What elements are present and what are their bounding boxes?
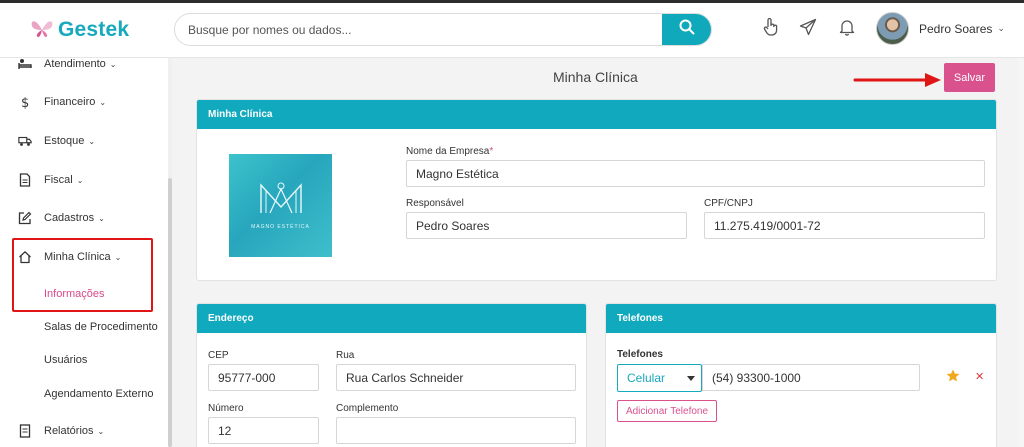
send-button[interactable] <box>797 18 819 40</box>
phones-card-header: Telefones <box>606 304 996 333</box>
sidebar-item-fiscal[interactable]: Fiscal ⌄ <box>0 165 160 195</box>
chevron-down-icon: ⌄ <box>98 213 105 223</box>
sidebar-subitem-salas[interactable]: Salas de Procedimento <box>44 321 158 333</box>
cep-label: CEP <box>208 350 229 361</box>
sidebar-subitem-informacoes[interactable]: Informações <box>44 288 105 300</box>
dollar-icon: $ <box>18 95 32 109</box>
street-label: Rua <box>336 350 355 361</box>
cep-input[interactable] <box>208 364 319 391</box>
clinic-logo-brand: MAGNO ESTÉTICA <box>251 224 310 230</box>
chevron-down-icon: ⌄ <box>88 136 96 146</box>
chevron-down-icon: ⌄ <box>109 59 117 69</box>
truck-icon <box>18 134 32 148</box>
number-input[interactable] <box>208 417 319 444</box>
clinic-logo-image[interactable]: MAGNO ESTÉTICA <box>229 154 332 257</box>
butterfly-logo-icon <box>30 16 54 43</box>
remove-phone-icon[interactable]: ✕ <box>975 370 984 383</box>
search-icon <box>679 19 695 40</box>
page-scrollbar[interactable] <box>1018 58 1024 447</box>
company-name-input[interactable] <box>406 160 985 187</box>
touch-button[interactable] <box>760 17 782 42</box>
phones-label: Telefones <box>617 349 663 360</box>
phone-number-input[interactable] <box>702 364 920 391</box>
required-mark: * <box>489 146 494 157</box>
chevron-down-icon: ⌄ <box>76 175 84 185</box>
sidebar-subitem-usuarios[interactable]: Usuários <box>44 354 87 366</box>
chevron-down-icon: ⌄ <box>997 23 1005 33</box>
star-icon[interactable] <box>946 369 960 387</box>
notifications-button[interactable] <box>836 18 858 40</box>
street-input[interactable] <box>336 364 576 391</box>
search-input[interactable] <box>175 14 663 45</box>
responsible-input[interactable] <box>406 212 687 239</box>
cnpj-label: CPF/CNPJ <box>704 198 753 209</box>
sidebar-item-label: Fiscal <box>44 174 73 186</box>
complement-label: Complemento <box>336 403 399 414</box>
number-label: Número <box>208 403 244 414</box>
chevron-down-icon: ⌄ <box>114 252 122 262</box>
chevron-down-icon: ⌄ <box>99 97 107 107</box>
search-bar <box>174 13 712 46</box>
edit-icon <box>18 211 32 225</box>
address-card-header: Endereço <box>197 304 586 333</box>
caret-down-icon <box>687 376 695 381</box>
add-phone-button[interactable]: Adicionar Telefone <box>617 400 717 422</box>
sidebar-item-minha-clinica[interactable]: Minha Clínica ⌄ <box>0 242 160 272</box>
chevron-down-icon: ⌄ <box>97 426 105 436</box>
sidebar-item-label: Estoque <box>44 135 85 147</box>
user-menu[interactable]: Pedro Soares ⌄ <box>876 12 1005 45</box>
bell-icon <box>839 18 855 41</box>
sidebar-item-label: Atendimento <box>44 58 106 70</box>
hand-pointer-icon <box>762 17 780 42</box>
sidebar-item-cadastros[interactable]: Cadastros ⌄ <box>0 203 160 233</box>
arrow-annotation-icon <box>853 71 943 94</box>
paper-plane-icon <box>799 18 817 41</box>
sidebar-item-relatorios[interactable]: Relatórios ⌄ <box>0 416 160 446</box>
bed-icon <box>18 57 32 71</box>
responsible-label: Responsável <box>406 198 464 209</box>
page-title: Minha Clínica <box>553 69 638 85</box>
sidebar-item-atendimento[interactable]: Atendimento ⌄ <box>0 49 160 79</box>
user-name: Pedro Soares <box>919 21 993 36</box>
sidebar-item-label: Minha Clínica <box>44 251 111 263</box>
sidebar-item-financeiro[interactable]: $ Financeiro ⌄ <box>0 87 160 117</box>
sidebar-subitem-agendamento-externo[interactable]: Agendamento Externo <box>44 388 153 400</box>
avatar <box>876 12 909 45</box>
search-button[interactable] <box>662 14 711 45</box>
window-top-edge <box>0 0 1024 3</box>
phone-type-value: Celular <box>627 371 666 385</box>
complement-input[interactable] <box>336 417 576 444</box>
sidebar-item-label: Financeiro <box>44 96 96 108</box>
clinic-card-header: Minha Clínica <box>197 100 996 129</box>
sidebar-item-label: Relatórios <box>44 425 94 437</box>
sidebar-item-label: Cadastros <box>44 212 95 224</box>
svg-text:$: $ <box>21 96 29 109</box>
company-name-label: Nome da Empresa* <box>406 146 493 157</box>
company-name-label-text: Nome da Empresa <box>406 146 490 157</box>
home-icon <box>18 250 32 264</box>
sidebar-item-estoque[interactable]: Estoque ⌄ <box>0 126 160 156</box>
logo-text: Gestek <box>58 17 130 41</box>
app-logo[interactable]: Gestek <box>30 16 129 43</box>
report-icon <box>18 424 32 438</box>
document-icon <box>18 173 32 187</box>
phone-type-select[interactable]: Celular <box>617 364 702 392</box>
cnpj-input[interactable] <box>704 212 985 239</box>
save-button[interactable]: Salvar <box>944 63 995 92</box>
monogram-logo-icon <box>258 181 304 220</box>
